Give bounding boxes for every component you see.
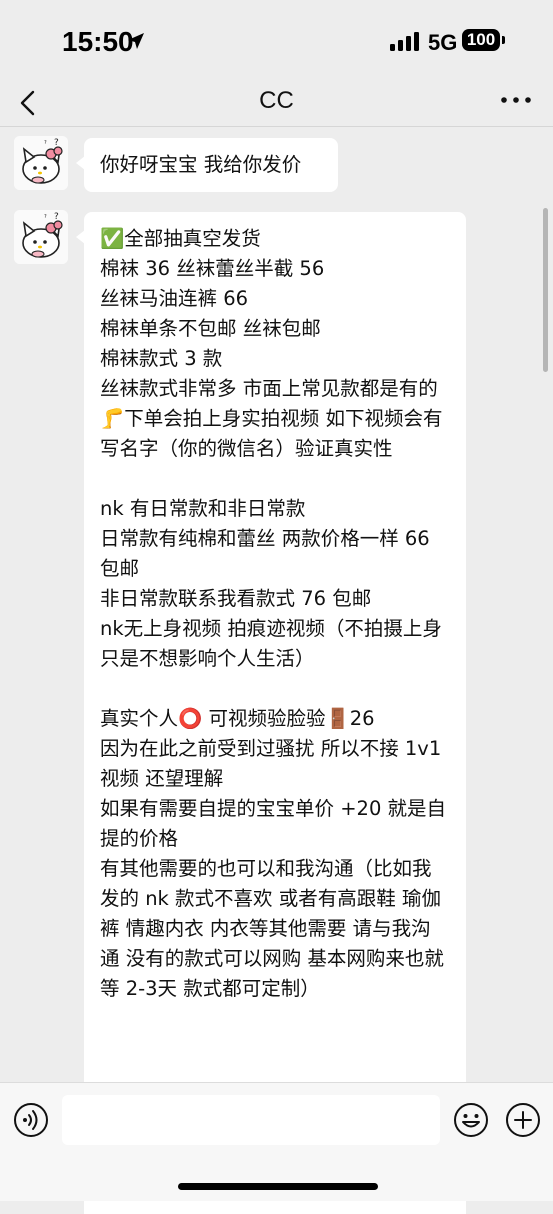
nav-divider — [0, 126, 553, 127]
svg-text:?: ? — [54, 212, 59, 222]
voice-icon[interactable] — [12, 1101, 50, 1139]
emoji-icon[interactable] — [452, 1101, 490, 1139]
more-dots-icon[interactable] — [500, 94, 532, 106]
svg-text:?: ? — [44, 214, 47, 220]
message-input[interactable] — [62, 1095, 440, 1145]
kitty-avatar-icon: ? ? — [14, 136, 68, 190]
svg-text:?: ? — [44, 140, 47, 146]
plus-icon[interactable] — [504, 1101, 542, 1139]
battery-level: 100 — [466, 30, 496, 49]
nav-bar: CC — [0, 84, 553, 126]
input-bar — [0, 1082, 553, 1201]
kitty-avatar-icon: ? ? — [14, 210, 68, 264]
avatar[interactable]: ? ? — [14, 136, 68, 190]
message-bubble[interactable]: ✅全部抽真空发货 棉袜 36 丝袜蕾丝半截 56 丝袜马油连裤 66 棉袜单条不… — [76, 212, 466, 1214]
battery-tip — [502, 36, 505, 44]
avatar[interactable]: ? ? — [14, 210, 68, 264]
scroll-indicator[interactable] — [543, 208, 548, 372]
chat-title: CC — [259, 87, 294, 114]
svg-text:?: ? — [54, 138, 59, 148]
status-time: 15:50 — [62, 26, 134, 57]
status-bar: 15:50 5G 100 — [0, 0, 553, 84]
location-arrow-icon — [128, 33, 144, 49]
message-bubble[interactable]: 你好呀宝宝 我给你发价 — [76, 138, 338, 192]
battery-icon: 100 — [462, 29, 500, 51]
home-indicator — [178, 1183, 378, 1190]
network-type: 5G — [428, 30, 458, 55]
cellular-signal-icon — [390, 32, 419, 51]
